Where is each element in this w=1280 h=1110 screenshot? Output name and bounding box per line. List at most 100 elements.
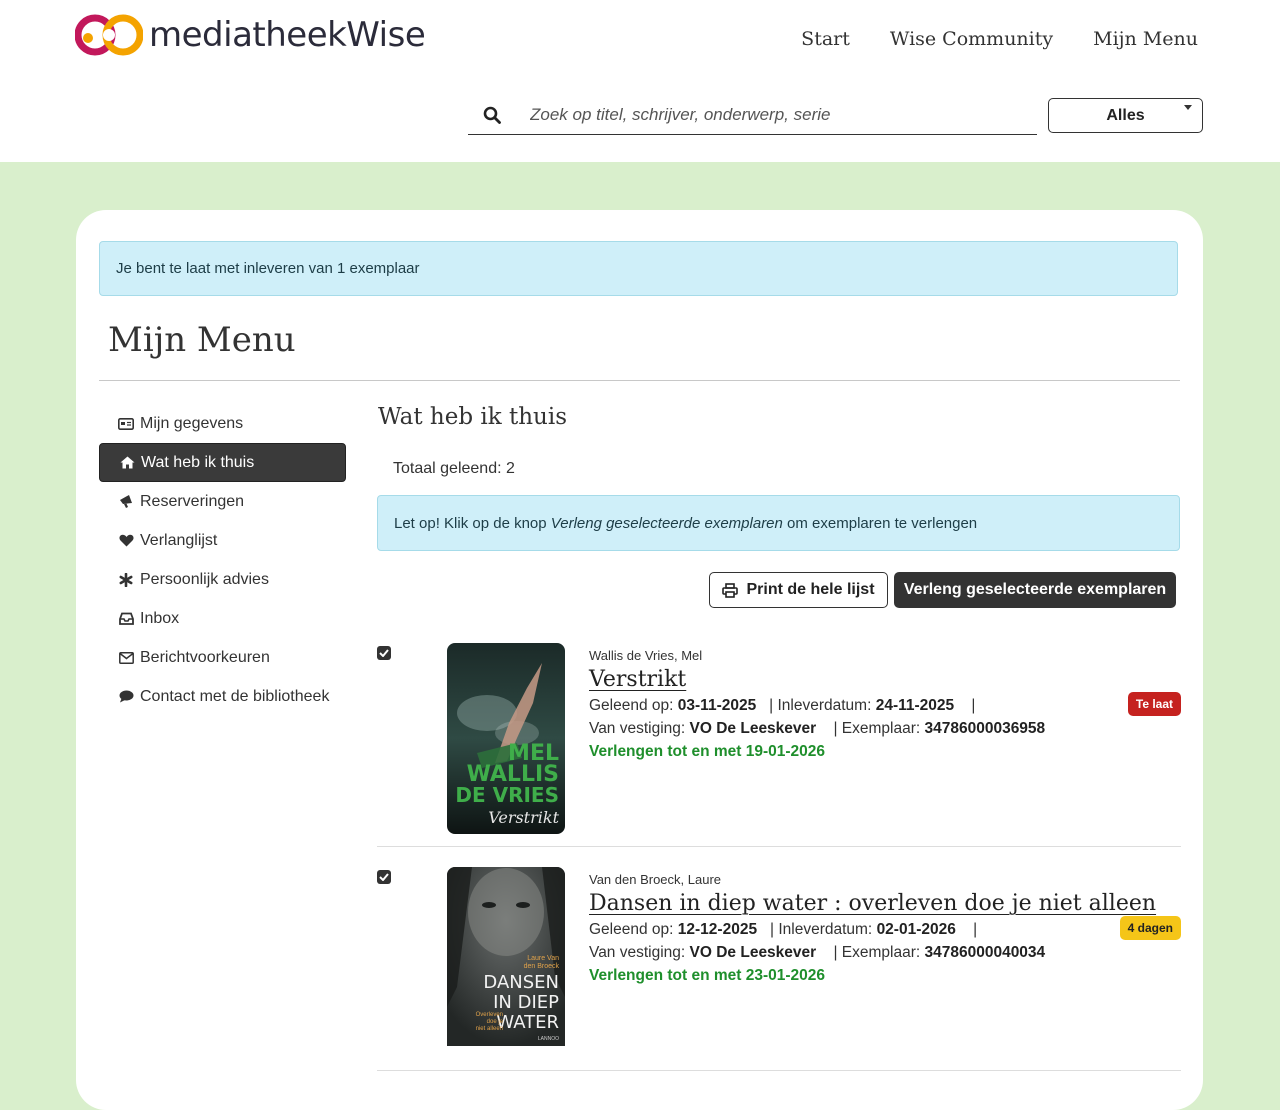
sidebar-item-mijn-gegevens[interactable]: Mijn gegevens [99,404,346,443]
logo-text: mediatheekWise [149,15,426,55]
envelope-icon [118,651,134,664]
cover-text: Verstrikt [488,808,559,827]
loan-info: Van den Broeck, Laure Dansen in diep wat… [589,872,1179,985]
due-date-label: | Inleverdatum: [769,697,872,714]
sidebar-menu: Mijn gegevens Wat heb ik thuis Reserveri… [99,404,346,716]
separator: | [971,697,976,714]
sidebar-item-label: Verlanglijst [140,531,218,549]
search-icon[interactable] [483,106,503,124]
search-filter-value: Alles [1106,106,1145,124]
branch-value: VO De Leeskever [689,720,817,737]
sidebar-item-verlanglijst[interactable]: Verlanglijst [99,521,346,560]
due-date-value: 02-01-2026 [876,921,956,938]
loan-checkbox[interactable] [377,646,391,660]
book-cover[interactable]: Laure Van den Broeck DANSEN IN DIEP WATE… [447,867,565,1058]
print-list-button[interactable]: Print de hele lijst [709,572,888,608]
due-date-value: 24-11-2025 [875,697,955,714]
nav-wise-community[interactable]: Wise Community [890,28,1053,50]
sidebar-item-label: Persoonlijk advies [140,570,269,588]
search-input[interactable] [528,104,1012,126]
loan-checkbox[interactable] [377,870,391,884]
sidebar-item-berichtvoorkeuren[interactable]: Berichtvoorkeuren [99,638,346,677]
loan-author[interactable]: Wallis de Vries, Mel [589,648,1179,663]
loan-branch: Van vestiging: VO De Leeskever | Exempla… [589,720,1179,738]
checkmark-icon [379,873,389,881]
sidebar-item-persoonlijk-advies[interactable]: Persoonlijk advies [99,560,346,599]
title-divider [99,380,1180,381]
branch-label: Van vestiging: [589,720,686,737]
loaned-on-label: Geleend op: [589,697,674,714]
loan-item: MEL WALLIS DE VRIES Verstrikt Wallis de … [377,634,1181,847]
print-icon [722,582,739,598]
renew-selected-button[interactable]: Verleng geselecteerde exemplaren [894,572,1176,608]
cover-text: den Broeck [524,963,560,970]
info-suffix: om exemplaren te verlengen [782,514,978,532]
loan-dates: Geleend op: 03-11-2025 | Inleverdatum: 2… [589,697,1179,715]
asterisk-icon [118,572,134,587]
bullhorn-icon [118,494,134,509]
cover-text: WATER [496,1012,559,1033]
cover-text: Laure Van [527,955,559,962]
checkmark-icon [379,649,389,657]
id-card-icon [118,417,134,430]
content-card: Je bent te laat met inleveren van 1 exem… [76,210,1203,1110]
renew-info-alert: Let op! Klik op de knop Verleng geselect… [377,495,1180,551]
loan-title[interactable]: Dansen in diep water : overleven doe je … [589,891,1156,916]
sidebar-item-label: Reserveringen [140,492,245,510]
top-navigation: Start Wise Community Mijn Menu [801,28,1198,50]
caret-down-icon [1184,105,1192,110]
loaned-on-label: Geleend op: [589,921,674,938]
sidebar-item-label: Mijn gegevens [140,414,244,432]
section-heading: Wat heb ik thuis [378,404,567,430]
cover-text: DE VRIES [455,783,559,807]
branch-value: VO De Leeskever [689,944,817,961]
sidebar-item-label: Inbox [140,609,180,627]
due-date-label: | Inleverdatum: [770,921,873,938]
logo[interactable]: mediatheekWise [75,14,426,56]
status-badge: 4 dagen [1119,916,1181,940]
cover-text: LANNOO [538,1036,559,1042]
copy-value: 34786000036958 [924,720,1046,737]
search-filter-select[interactable]: Alles [1048,98,1203,133]
separator: | [973,921,978,938]
heart-icon [118,534,134,547]
search-bar [468,96,1037,135]
site-header: mediatheekWise Start Wise Community Mijn… [0,0,1280,162]
loan-info: Wallis de Vries, Mel Verstrikt Geleend o… [589,648,1179,761]
loan-item: Laure Van den Broeck DANSEN IN DIEP WATE… [377,858,1181,1071]
total-label: Totaal geleend: [393,460,502,477]
sidebar-item-wat-heb-ik-thuis[interactable]: Wat heb ik thuis [99,443,346,482]
sidebar-item-reserveringen[interactable]: Reserveringen [99,482,346,521]
nav-start[interactable]: Start [801,28,850,50]
cover-text: niet alleen [476,1026,503,1032]
renew-until: Verlengen tot en met 23-01-2026 [589,967,826,984]
total-loaned: Totaal geleend: 2 [393,460,515,478]
branch-label: Van vestiging: [589,944,686,961]
sidebar-item-label: Berichtvoorkeuren [140,648,270,666]
loan-author[interactable]: Van den Broeck, Laure [589,872,1179,887]
cover-text: doe je [487,1019,504,1025]
copy-label: | Exemplaar: [833,944,921,961]
page-title: Mijn Menu [108,320,296,360]
home-icon [119,456,135,469]
cover-text: DANSEN [483,972,559,993]
loaned-on-value: 12-12-2025 [677,921,758,938]
total-value: 2 [505,460,515,477]
nav-mijn-menu[interactable]: Mijn Menu [1093,28,1198,50]
sidebar-item-inbox[interactable]: Inbox [99,599,346,638]
loan-title[interactable]: Verstrikt [589,667,686,692]
info-emphasis: Verleng geselecteerde exemplaren [550,514,783,532]
copy-label: | Exemplaar: [833,720,921,737]
sidebar-item-label: Contact met de bibliotheek [140,687,330,705]
sidebar-item-label: Wat heb ik thuis [141,453,255,471]
cover-text: Overleven [476,1012,503,1018]
book-cover[interactable]: MEL WALLIS DE VRIES Verstrikt [447,643,565,834]
status-badge: Te laat [1127,692,1181,716]
overdue-alert: Je bent te laat met inleveren van 1 exem… [99,241,1178,296]
renew-until: Verlengen tot en met 19-01-2026 [589,743,826,760]
logo-mark-icon [75,14,143,56]
info-prefix: Let op! Klik op de knop [394,514,551,532]
comment-icon [118,690,134,703]
sidebar-item-contact[interactable]: Contact met de bibliotheek [99,677,346,716]
print-label: Print de hele lijst [746,581,875,598]
